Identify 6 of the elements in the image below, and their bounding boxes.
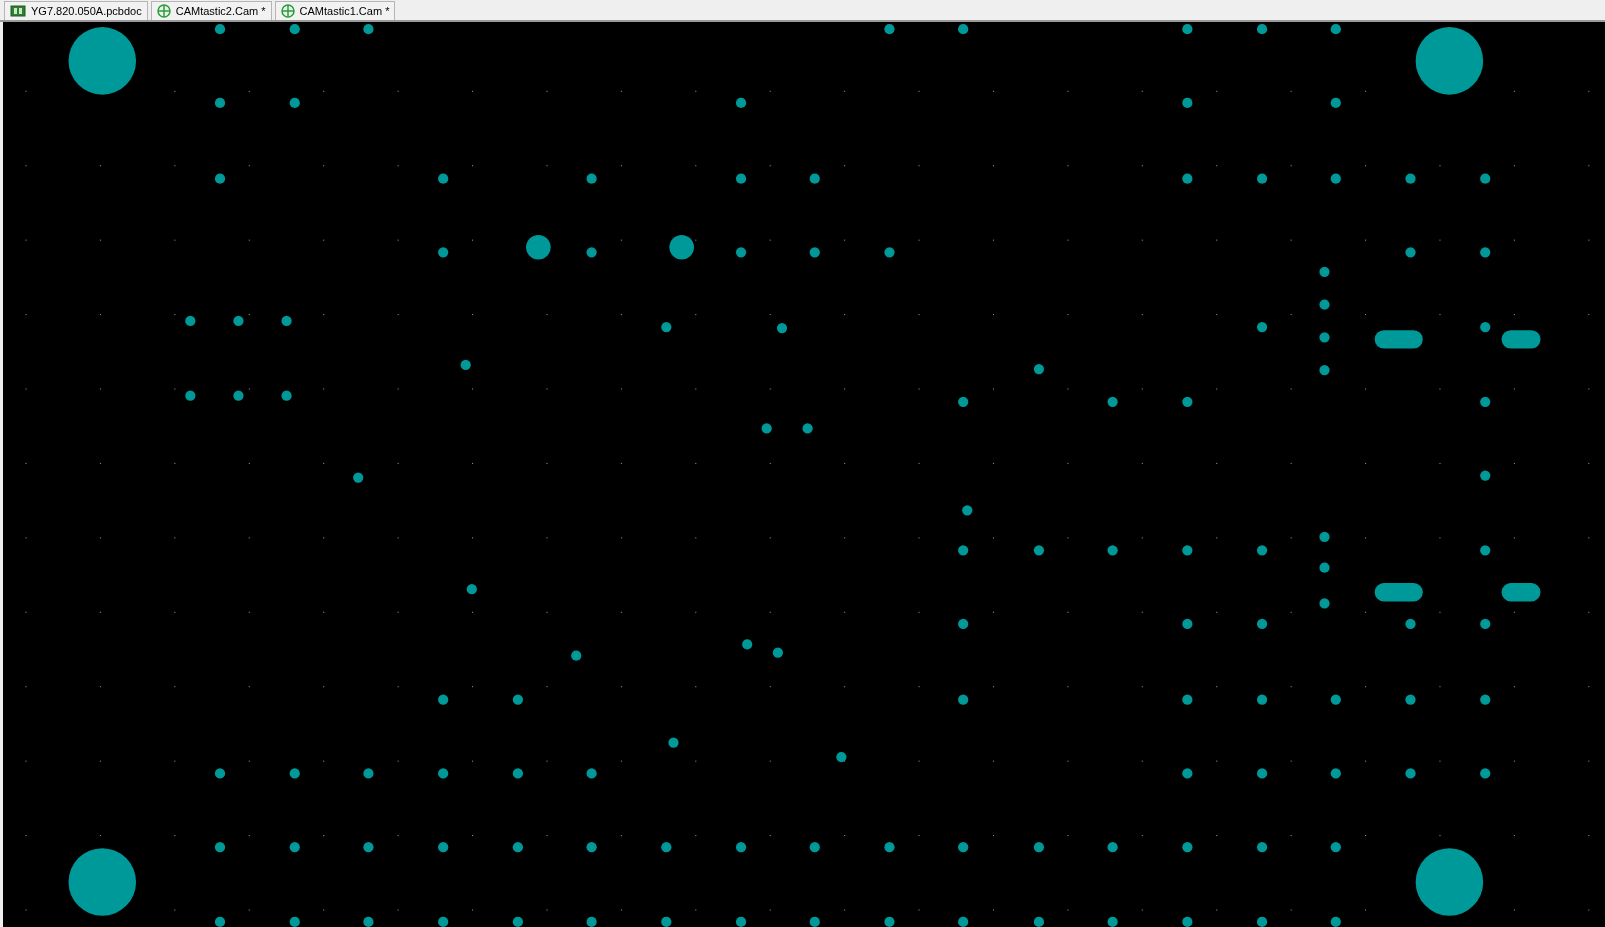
- document-tab[interactable]: YG7.820.050A.pcbdoc: [4, 1, 148, 20]
- circuit-board-icon: [10, 5, 26, 17]
- document-tab[interactable]: CAMtastic1.Cam *: [274, 1, 396, 20]
- crosshair-globe-icon: [156, 4, 171, 18]
- document-tab[interactable]: CAMtastic2.Cam *: [150, 1, 272, 20]
- crosshair-globe-icon: [280, 4, 295, 18]
